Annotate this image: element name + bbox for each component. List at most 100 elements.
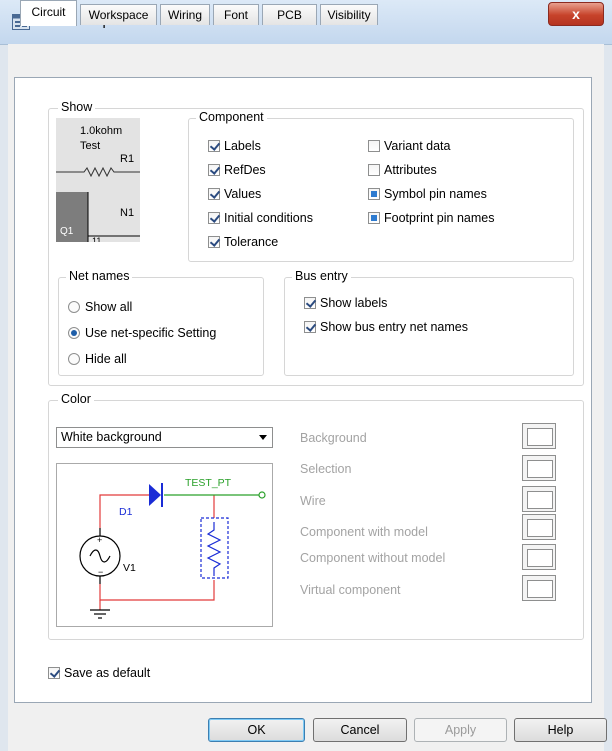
selection-color-label: Selection (300, 462, 352, 476)
radio-circle (68, 301, 80, 313)
tab-workspace[interactable]: Workspace (80, 4, 157, 25)
checkbox-box (208, 188, 220, 200)
checkbox-box (368, 164, 380, 176)
svg-text:−: − (98, 567, 103, 577)
show-labels-checkbox[interactable]: Show labels (304, 296, 387, 310)
checkbox-label: RefDes (224, 163, 266, 177)
preview-refdes-r: R1 (120, 153, 134, 165)
component-without-model-color-swatch[interactable] (522, 544, 556, 570)
button-label: Help (547, 723, 574, 737)
component-with-model-color-swatch[interactable] (522, 514, 556, 540)
button-label: Apply (444, 723, 477, 737)
ok-button[interactable]: OK (208, 718, 305, 742)
checkbox-box (368, 212, 380, 224)
preview-name-label: Test (80, 140, 100, 152)
checkbox-box (304, 297, 316, 309)
radio-circle (68, 327, 80, 339)
tab-visibility[interactable]: Visibility (320, 4, 378, 25)
values-checkbox[interactable]: Values (208, 187, 261, 201)
radio-label: Show all (85, 300, 133, 314)
attributes-checkbox[interactable]: Attributes (368, 163, 437, 177)
footprint-pin-names-checkbox[interactable]: Footprint pin names (368, 211, 494, 225)
checkbox-box (208, 140, 220, 152)
bus-entry-legend: Bus entry (292, 269, 351, 283)
checkbox-label: Initial conditions (224, 211, 313, 225)
checkbox-box (368, 188, 380, 200)
background-color-label: Background (300, 431, 367, 445)
tab-font[interactable]: Font (213, 4, 259, 25)
checkbox-label: Attributes (384, 163, 437, 177)
save-as-default-checkbox[interactable]: Save as default (48, 666, 150, 680)
tab-circuit[interactable]: Circuit (20, 0, 77, 26)
preview-refdes-q: Q1 (60, 226, 74, 237)
refdes-checkbox[interactable]: RefDes (208, 163, 266, 177)
tab-label: Wiring (167, 8, 202, 22)
virtual-component-color-label: Virtual component (300, 583, 401, 597)
color-scheme-value: White background (61, 430, 162, 444)
use-net-specific-radio[interactable]: Use net-specific Setting (68, 326, 216, 340)
button-label: Cancel (340, 723, 380, 737)
show-all-radio[interactable]: Show all (68, 300, 132, 314)
tolerance-checkbox[interactable]: Tolerance (208, 235, 278, 249)
show-legend: Show (58, 100, 96, 114)
tab-label: Font (223, 8, 248, 22)
tab-label: PCB (277, 8, 302, 22)
checkbox-box (48, 667, 60, 679)
apply-button[interactable]: Apply (414, 718, 507, 742)
preview-pin-label: 11 (92, 236, 101, 242)
preview-value-label: 1.0kohm (80, 125, 122, 137)
color-scheme-dropdown[interactable]: White background (56, 427, 273, 448)
radio-label: Use net-specific Setting (85, 326, 217, 340)
selection-color-swatch[interactable] (522, 455, 556, 481)
tab-label: Circuit (31, 5, 66, 19)
label-preview: 1.0kohm Test R1 N1 Q1 11 (56, 118, 140, 242)
hide-all-radio[interactable]: Hide all (68, 352, 127, 366)
checkbox-label: Labels (224, 139, 261, 153)
checkbox-label: Show labels (320, 296, 388, 310)
chevron-down-icon (259, 435, 267, 440)
component-legend: Component (196, 110, 267, 124)
net-names-legend: Net names (66, 269, 133, 283)
radio-label: Hide all (85, 352, 127, 366)
radio-circle (68, 353, 80, 365)
help-button[interactable]: Help (514, 718, 607, 742)
test-point-label: TEST_PT (185, 477, 232, 489)
component-without-model-color-label: Component without model (300, 551, 446, 565)
source-label: V1 (123, 562, 136, 574)
checkbox-box (208, 212, 220, 224)
svg-text:+: + (97, 535, 102, 545)
checkbox-label: Values (224, 187, 262, 201)
color-preview: TEST_PT D1 + − V1 (56, 463, 273, 627)
show-bus-entry-net-names-checkbox[interactable]: Show bus entry net names (304, 320, 468, 334)
tab-wiring[interactable]: Wiring (160, 4, 210, 25)
close-icon: x (572, 6, 580, 22)
tab-label: Visibility (327, 8, 371, 22)
tab-label: Workspace (88, 8, 149, 22)
wire-color-label: Wire (300, 494, 326, 508)
checkbox-label: Save as default (64, 666, 151, 680)
variant-data-checkbox[interactable]: Variant data (368, 139, 450, 153)
initial-conditions-checkbox[interactable]: Initial conditions (208, 211, 313, 225)
tab-pcb[interactable]: PCB (262, 4, 317, 25)
cancel-button[interactable]: Cancel (313, 718, 407, 742)
close-button[interactable]: x (548, 2, 604, 26)
checkbox-box (304, 321, 316, 333)
checkbox-box (208, 164, 220, 176)
preview-drawing: 1.0kohm Test R1 N1 Q1 11 (56, 125, 140, 242)
wire-color-swatch[interactable] (522, 486, 556, 512)
schematic-drawing: TEST_PT D1 + − V1 (79, 477, 266, 619)
checkbox-label: Symbol pin names (384, 187, 487, 201)
symbol-pin-names-checkbox[interactable]: Symbol pin names (368, 187, 487, 201)
checkbox-box (208, 236, 220, 248)
checkbox-box (368, 140, 380, 152)
labels-checkbox[interactable]: Labels (208, 139, 261, 153)
checkbox-label: Variant data (384, 139, 451, 153)
button-label: OK (247, 723, 266, 737)
checkbox-label: Tolerance (224, 235, 279, 249)
color-legend: Color (58, 392, 94, 406)
background-color-swatch[interactable] (522, 423, 556, 449)
virtual-component-color-swatch[interactable] (522, 575, 556, 601)
checkbox-label: Show bus entry net names (320, 320, 468, 334)
component-with-model-color-label: Component with model (300, 525, 428, 539)
diode-label: D1 (119, 506, 133, 518)
